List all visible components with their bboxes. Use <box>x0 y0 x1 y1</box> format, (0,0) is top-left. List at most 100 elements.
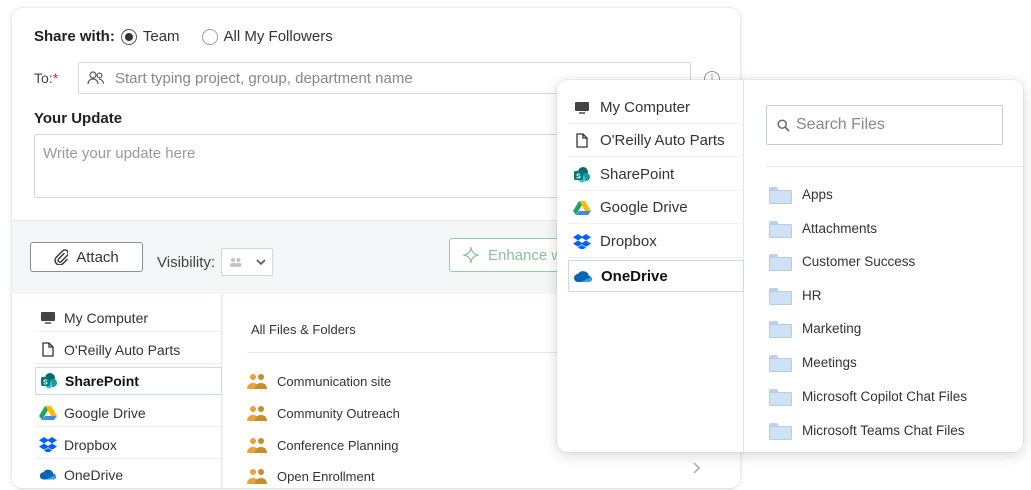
source-label: Dropbox <box>64 436 117 453</box>
google-drive-icon <box>572 200 592 216</box>
chevron-down-icon <box>256 258 266 266</box>
site-name: Open Enrollment <box>277 468 375 484</box>
source-label: OneDrive <box>64 466 124 483</box>
files-header: All Files & Folders <box>251 322 356 337</box>
svg-text:S: S <box>576 173 581 180</box>
folder-icon <box>769 287 792 305</box>
required-mark: * <box>52 70 59 86</box>
divider <box>766 166 1023 167</box>
folder-name: Attachments <box>802 220 878 236</box>
source-oreilly[interactable]: O'Reilly Auto Parts <box>35 336 222 364</box>
sharepoint-icon: S <box>40 373 58 389</box>
site-row[interactable]: Communication site <box>247 369 391 393</box>
svg-text:S: S <box>43 380 48 387</box>
source-label: Dropbox <box>600 233 657 250</box>
group-site-icon <box>247 437 267 453</box>
sharepoint-icon: S <box>572 166 592 183</box>
folder-item[interactable]: Attachments <box>769 216 877 240</box>
enhance-label: Enhance w <box>488 246 563 264</box>
site-row[interactable]: Conference Planning <box>247 433 398 457</box>
folder-name: HR <box>802 287 822 303</box>
folder-item[interactable]: Microsoft Copilot Chat Files <box>769 384 967 408</box>
site-row[interactable]: Open Enrollment <box>247 464 375 488</box>
people-icon <box>87 71 105 85</box>
folder-icon <box>769 422 792 440</box>
source-sharepoint[interactable]: S SharePoint <box>568 159 744 191</box>
search-files-input[interactable]: Search Files <box>766 105 1003 145</box>
group-site-icon <box>247 468 267 484</box>
folder-name: Marketing <box>802 320 862 336</box>
folder-icon <box>769 354 792 372</box>
recipient-placeholder: Start typing project, group, department … <box>115 69 413 87</box>
site-name: Community Outreach <box>277 405 400 421</box>
folder-icon <box>769 186 792 204</box>
computer-icon <box>39 310 57 326</box>
divider <box>247 352 567 353</box>
site-name: Communication site <box>277 373 392 389</box>
document-icon <box>39 342 57 358</box>
radio-team-label[interactable]: Team <box>143 28 180 45</box>
overlay-source-list: My Computer O'Reilly Auto Parts S ShareP… <box>557 80 744 452</box>
folder-item[interactable]: Microsoft Teams Chat Files <box>769 418 965 442</box>
visibility-label: Visibility: <box>157 253 216 271</box>
source-label: My Computer <box>64 309 149 326</box>
radio-all-followers[interactable] <box>201 28 218 45</box>
site-row[interactable]: Community Outreach <box>247 401 400 425</box>
source-onedrive[interactable]: OneDrive <box>568 260 744 292</box>
source-label: Google Drive <box>600 199 688 216</box>
source-label: SharePoint <box>65 373 139 389</box>
chevron-right-icon[interactable] <box>693 462 701 474</box>
source-google-drive[interactable]: Google Drive <box>35 399 222 427</box>
folder-icon <box>769 220 792 238</box>
share-with-label: Share with: <box>34 28 115 45</box>
source-sharepoint[interactable]: S SharePoint <box>35 367 222 395</box>
folder-icon <box>769 253 792 271</box>
folder-item[interactable]: Customer Success <box>769 249 915 273</box>
source-label: O'Reilly Auto Parts <box>600 132 725 149</box>
group-site-icon <box>247 405 267 421</box>
folder-icon <box>769 388 792 406</box>
folder-name: Apps <box>802 186 833 202</box>
source-my-computer[interactable]: My Computer <box>568 92 744 124</box>
source-my-computer[interactable]: My Computer <box>35 304 222 332</box>
share-with-row: Share with: Team All My Followers <box>34 28 355 45</box>
folder-item[interactable]: Apps <box>769 182 833 206</box>
onedrive-icon <box>39 467 57 483</box>
source-dropbox[interactable]: Dropbox <box>568 226 744 258</box>
attach-button[interactable]: Attach <box>30 242 143 272</box>
folder-item[interactable]: HR <box>769 283 822 307</box>
site-name: Conference Planning <box>277 437 399 453</box>
radio-team[interactable] <box>120 28 137 45</box>
file-picker-card: My Computer O'Reilly Auto Parts S ShareP… <box>557 80 1023 452</box>
source-list: My Computer O'Reilly Auto Parts S ShareP… <box>12 294 222 488</box>
update-title: Your Update <box>34 110 123 127</box>
group-icon <box>229 257 243 267</box>
search-placeholder: Search Files <box>796 116 885 133</box>
visibility-control: Visibility: <box>157 248 274 276</box>
folder-item[interactable]: Meetings <box>769 350 857 374</box>
visibility-select[interactable] <box>221 248 274 276</box>
folder-item[interactable]: Marketing <box>769 316 861 340</box>
dropbox-icon <box>39 437 57 453</box>
source-oreilly[interactable]: O'Reilly Auto Parts <box>568 125 744 157</box>
onedrive-icon <box>573 268 593 284</box>
google-drive-icon <box>39 405 57 421</box>
sparkle-icon <box>462 246 480 264</box>
folder-name: Customer Success <box>802 253 916 269</box>
source-label: Google Drive <box>64 404 146 421</box>
update-placeholder: Write your update here <box>43 145 196 162</box>
attach-label: Attach <box>76 248 119 266</box>
search-icon <box>777 118 790 132</box>
source-dropbox[interactable]: Dropbox <box>35 431 222 459</box>
source-label: My Computer <box>600 99 691 116</box>
source-label: SharePoint <box>600 166 675 183</box>
source-label: OneDrive <box>601 267 668 285</box>
computer-icon <box>572 100 592 116</box>
source-onedrive[interactable]: OneDrive <box>35 461 222 488</box>
dropbox-icon <box>572 234 592 250</box>
group-site-icon <box>247 373 267 389</box>
folder-icon <box>769 320 792 338</box>
radio-all-followers-label[interactable]: All My Followers <box>224 28 333 45</box>
source-label: O'Reilly Auto Parts <box>64 341 181 358</box>
source-google-drive[interactable]: Google Drive <box>568 192 744 224</box>
